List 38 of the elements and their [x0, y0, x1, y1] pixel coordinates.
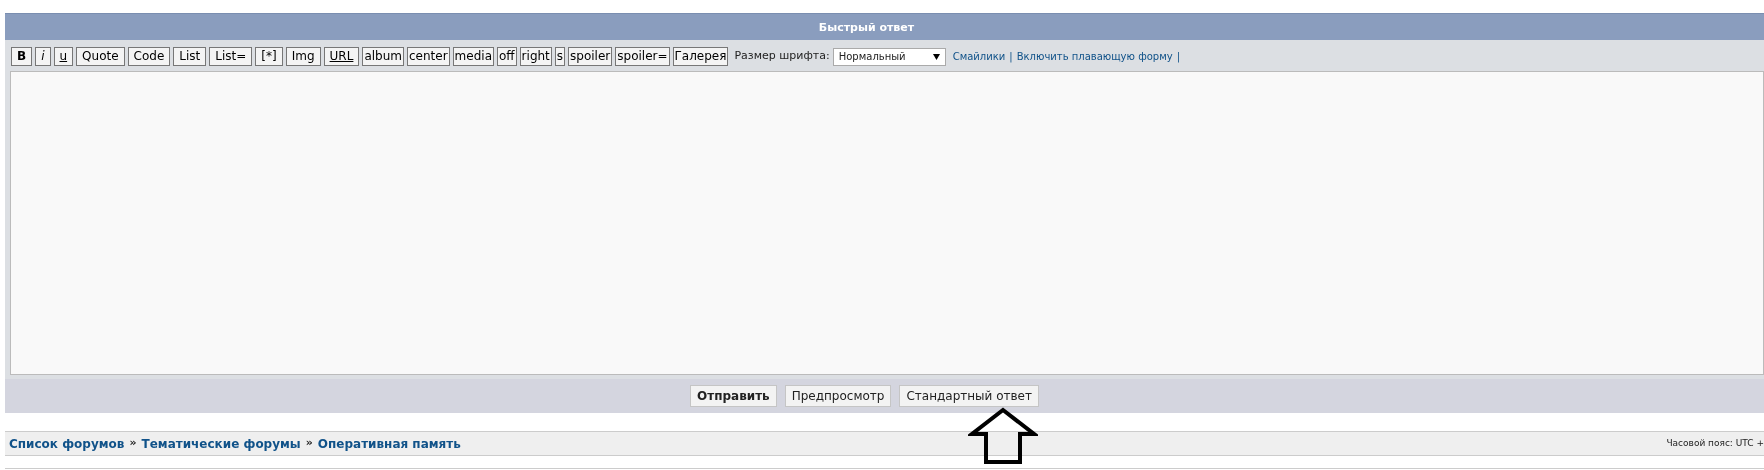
format-button[interactable]: off	[497, 47, 517, 66]
breadcrumb-link[interactable]: Тематические форумы	[141, 434, 301, 453]
format-button[interactable]: Галерея	[672, 47, 729, 66]
format-button[interactable]: Quote	[76, 47, 125, 66]
format-button[interactable]: URL	[323, 47, 360, 66]
format-button[interactable]: right	[519, 47, 552, 66]
format-button[interactable]: Code	[127, 47, 171, 66]
format-button[interactable]: [*]	[255, 47, 283, 66]
caret-icon	[932, 53, 940, 60]
format-button[interactable]: spoiler=	[615, 47, 670, 66]
format-button[interactable]: album	[362, 47, 404, 66]
format-button[interactable]: spoiler	[568, 47, 613, 66]
format-button[interactable]: u	[53, 47, 74, 66]
format-button[interactable]: media	[452, 47, 494, 66]
toolbar-link[interactable]: Смайлики	[952, 49, 1006, 64]
font-size-label: Размер шрифта:	[734, 48, 830, 65]
toolbar-link[interactable]: Включить плавающую форму	[1016, 49, 1173, 64]
format-button[interactable]: List	[173, 47, 207, 66]
format-button[interactable]: List=	[209, 47, 253, 66]
submit-button[interactable]: Отправить	[690, 385, 777, 407]
format-button[interactable]: Img	[285, 47, 321, 66]
message-field[interactable]	[10, 71, 1764, 375]
format-button[interactable]: B	[11, 47, 33, 66]
submit-button[interactable]: Стандартный ответ	[899, 385, 1039, 407]
breadcrumb-link[interactable]: Список форумов	[9, 434, 125, 453]
format-button[interactable]: s	[554, 47, 566, 66]
format-button[interactable]: i	[35, 47, 51, 66]
breadcrumb-separator: »	[129, 435, 137, 452]
format-button[interactable]: center	[407, 47, 450, 66]
font-size-select[interactable]: Нормальный	[832, 47, 946, 66]
breadcrumb-link[interactable]: Оперативная память	[317, 434, 461, 453]
breadcrumb-separator: »	[305, 435, 313, 452]
separator: |	[1176, 50, 1180, 64]
submit-button[interactable]: Предпросмотр	[784, 385, 892, 407]
timezone-text: Часовой пояс: UTC +	[1666, 436, 1764, 450]
up-arrow-annotation	[968, 407, 1038, 465]
panel-title: Быстрый ответ	[5, 13, 1764, 40]
separator: |	[1009, 50, 1013, 64]
